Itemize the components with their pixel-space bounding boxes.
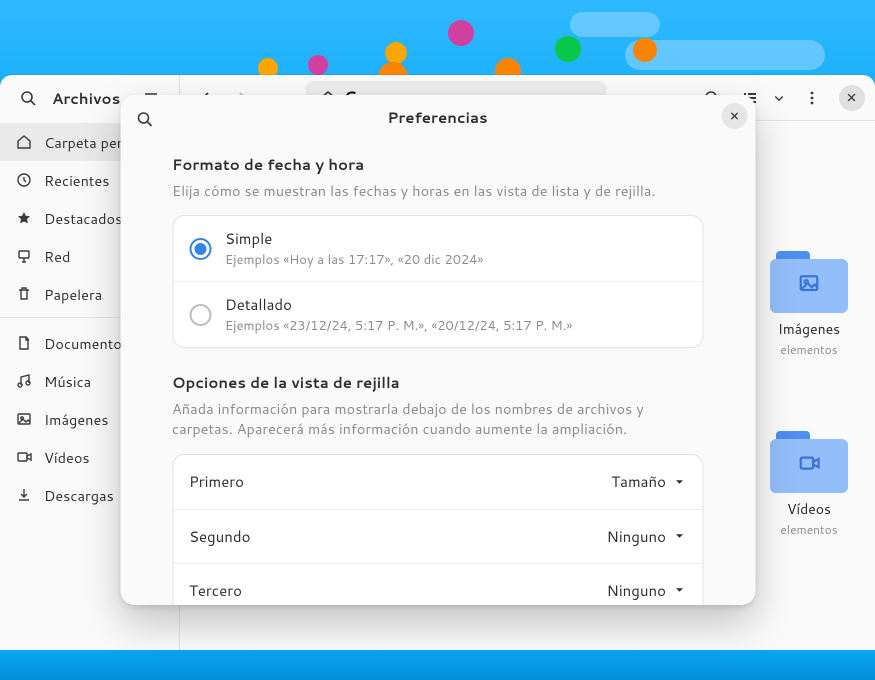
- sidebar-item-label: Imágenes: [44, 409, 108, 430]
- radio-icon: [189, 304, 211, 326]
- app-title: Archivos: [52, 88, 127, 109]
- video-icon: [798, 452, 820, 474]
- chevron-down-icon: [773, 92, 785, 104]
- trash-icon: [16, 286, 32, 302]
- image-icon: [16, 411, 32, 427]
- down-icon: [16, 487, 32, 503]
- home-icon: [16, 134, 32, 150]
- star-icon: [16, 210, 32, 226]
- section-title: Formato de fecha y hora: [172, 154, 703, 175]
- sidebar-item-label: Destacados: [44, 208, 122, 229]
- image-icon: [798, 272, 820, 294]
- sidebar-item-label: Red: [44, 246, 70, 267]
- sidebar-item-label: Recientes: [44, 170, 109, 191]
- chevron-down-icon: [672, 583, 686, 597]
- radio-simple[interactable]: Simple Ejemplos «Hoy a las 17:17», «20 d…: [173, 216, 702, 281]
- sidebar-item-label: Papelera: [44, 284, 102, 305]
- close-icon: [729, 111, 739, 121]
- grid-options-group: Primero Tamaño Segundo Ninguno Tercero N…: [172, 454, 703, 605]
- folder-item[interactable]: Imágenes elementos: [763, 251, 855, 358]
- clock-icon: [16, 172, 32, 188]
- dialog-search-button[interactable]: [128, 103, 160, 135]
- folder-meta: elementos: [780, 341, 837, 358]
- search-icon: [136, 111, 152, 127]
- doc-icon: [16, 335, 32, 351]
- option-label: Simple: [225, 228, 483, 249]
- sidebar-item-label: Música: [44, 371, 91, 392]
- chevron-down-icon: [672, 475, 686, 489]
- dropdown-label: Segundo: [189, 526, 250, 547]
- section-desc: Añada información para mostrarla debajo …: [172, 399, 703, 440]
- net-icon: [16, 248, 32, 264]
- dropdown-value: Ninguno: [607, 580, 666, 601]
- sidebar-item-label: Documentos: [44, 333, 129, 354]
- dropdown-value: Ninguno: [607, 526, 666, 547]
- radio-detailed[interactable]: Detallado Ejemplos «23/12/24, 5:17 P. M.…: [173, 281, 702, 347]
- dropdown-value: Tamaño: [611, 471, 666, 492]
- chevron-down-icon: [672, 529, 686, 543]
- main-menu-button[interactable]: [795, 81, 829, 115]
- sidebar-item-label: Descargas: [44, 485, 114, 506]
- folder-label: Imágenes: [778, 319, 840, 339]
- dropdown-label: Tercero: [189, 580, 242, 601]
- folder-meta: elementos: [780, 521, 837, 538]
- preferences-dialog: Preferencias Formato de fecha y hora Eli…: [120, 95, 755, 605]
- music-icon: [16, 373, 32, 389]
- view-menu-button[interactable]: [767, 81, 791, 115]
- date-format-group: Simple Ejemplos «Hoy a las 17:17», «20 d…: [172, 215, 703, 348]
- search-icon: [20, 90, 36, 106]
- caption-second-dropdown[interactable]: Segundo Ninguno: [173, 509, 702, 563]
- option-sub: Ejemplos «Hoy a las 17:17», «20 dic 2024…: [225, 251, 483, 269]
- radio-icon: [189, 238, 211, 260]
- kebab-icon: [804, 90, 820, 106]
- sidebar-search-button[interactable]: [12, 82, 44, 114]
- folder-item[interactable]: Vídeos elementos: [763, 431, 855, 538]
- window-close-button[interactable]: [839, 85, 865, 111]
- option-label: Detallado: [225, 294, 572, 315]
- dialog-close-button[interactable]: [721, 103, 747, 129]
- section-title: Opciones de la vista de rejilla: [172, 372, 703, 393]
- sidebar-item-label: Vídeos: [44, 447, 90, 468]
- video-icon: [16, 449, 32, 465]
- caption-first-dropdown[interactable]: Primero Tamaño: [173, 455, 702, 509]
- option-sub: Ejemplos «23/12/24, 5:17 P. M.», «20/12/…: [225, 317, 572, 335]
- section-desc: Elija cómo se muestran las fechas y hora…: [172, 181, 703, 201]
- caption-third-dropdown[interactable]: Tercero Ninguno: [173, 563, 702, 605]
- close-icon: [846, 92, 857, 103]
- dialog-title: Preferencias: [387, 107, 487, 128]
- dropdown-label: Primero: [189, 471, 244, 492]
- folder-label: Vídeos: [787, 499, 831, 519]
